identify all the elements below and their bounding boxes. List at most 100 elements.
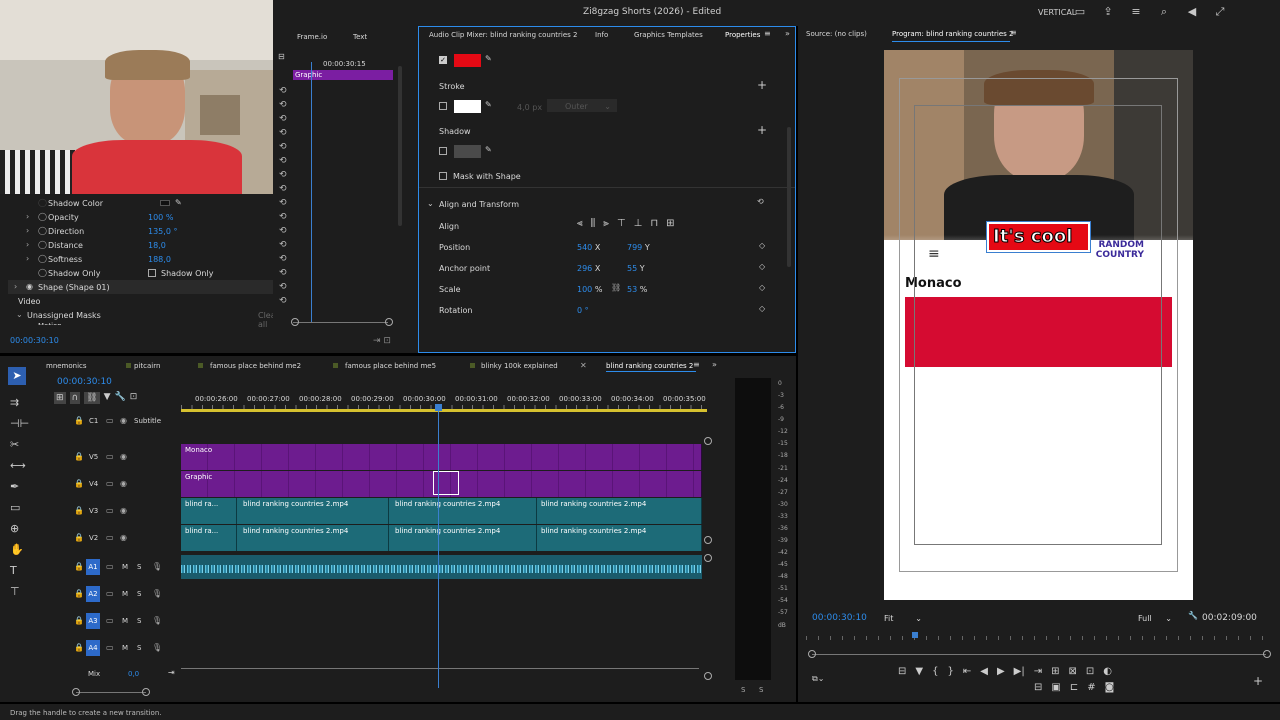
sync-lock-icon[interactable]: ▭	[106, 643, 114, 652]
tab-text[interactable]: Text	[353, 33, 367, 41]
a-scroll-top[interactable]	[704, 554, 712, 562]
align-right-icon[interactable]: ⫸	[603, 218, 609, 229]
effect-controls-timecode[interactable]: 00:00:30:10	[10, 336, 59, 345]
track-select-tool-icon[interactable]: ⇉	[10, 392, 29, 413]
mute-button[interactable]: M	[122, 617, 128, 625]
mask-checkbox[interactable]	[439, 172, 447, 180]
go-to-out-icon[interactable]: ⇥	[1034, 666, 1042, 677]
mix-value[interactable]: 0,0	[128, 670, 139, 678]
fill-checkbox[interactable]: ✓	[439, 56, 447, 64]
eye-icon[interactable]: ◉	[26, 282, 33, 291]
add-marker-icon[interactable]: ▼	[104, 392, 111, 404]
step-forward-icon[interactable]: ▶|	[1014, 666, 1025, 677]
toggle-output-icon[interactable]: ▭	[106, 416, 114, 425]
v-scroll-bottom[interactable]	[704, 536, 712, 544]
scale-x[interactable]: 100 %	[577, 285, 602, 294]
captions-icon[interactable]: ⊡	[130, 392, 138, 404]
align-top-icon[interactable]: ⊤	[617, 218, 626, 229]
lock-icon[interactable]: 🔒	[74, 643, 84, 652]
tab-pitcairn[interactable]: pitcairn	[134, 362, 160, 370]
clip-v2-3[interactable]: blind ranking countries 2.mp4	[389, 525, 537, 551]
timeline-playhead[interactable]	[438, 406, 439, 688]
tab-blinky[interactable]: blinky 100k explained	[481, 362, 558, 370]
type-tool-icon[interactable]: T	[10, 560, 29, 581]
clip-v3-1[interactable]: blind ra...	[181, 498, 237, 524]
lock-icon[interactable]: 🔒	[74, 479, 84, 488]
workspace-label[interactable]: VERTICAL	[1038, 8, 1076, 17]
lock-icon[interactable]: 🔒	[74, 533, 84, 542]
fx-row-shape[interactable]: › ◉ Shape (Shape 01) ▲	[8, 280, 289, 294]
stroke-checkbox[interactable]	[439, 102, 447, 110]
timeline-settings-icon[interactable]: 🔧	[115, 392, 126, 404]
button-editor-icon[interactable]: +	[1253, 674, 1263, 688]
more-tabs-icon[interactable]: »	[785, 29, 790, 38]
timeline-zoom-left[interactable]	[72, 688, 80, 696]
clip-v3-2[interactable]: blind ranking countries 2.mp4	[237, 498, 389, 524]
toggle-output-icon[interactable]: ▭	[106, 452, 114, 461]
pen-tool-icon[interactable]: ✒	[10, 476, 29, 497]
program-frame[interactable]: ≡ It's cool RANDOM COUNTRY Monaco	[884, 50, 1193, 600]
wrench-icon[interactable]: 🔧	[1188, 611, 1198, 620]
timeline-menu-icon[interactable]: ≡	[693, 360, 700, 369]
align-reset-icon[interactable]: ⟲	[757, 197, 764, 206]
track-target-a4[interactable]: A4	[86, 640, 100, 656]
tab-info[interactable]: Info	[595, 31, 608, 39]
share-icon[interactable]: ⇪	[1101, 5, 1115, 19]
track-target-a1[interactable]: A1	[86, 559, 100, 575]
marker-icon[interactable]: ▼	[915, 666, 923, 677]
zoom-handle-left[interactable]	[291, 318, 299, 326]
shadow-checkbox[interactable]	[439, 147, 447, 155]
lock-icon[interactable]: 🔒	[74, 589, 84, 598]
timeline-more-icon[interactable]: »	[712, 360, 717, 369]
clip-v2-2[interactable]: blind ranking countries 2.mp4	[237, 525, 389, 551]
fill-color-swatch[interactable]	[454, 54, 481, 67]
properties-scrollbar[interactable]	[787, 127, 791, 267]
fit-select[interactable]: Fit ⌄	[884, 614, 924, 626]
nest-icon[interactable]: ⊞	[54, 392, 66, 404]
mark-in-icon[interactable]: {	[932, 666, 938, 677]
workspace-icon[interactable]: ▭	[1073, 5, 1087, 19]
mute-button[interactable]: M	[122, 563, 128, 571]
razor-tool-icon[interactable]: ✂	[10, 434, 29, 455]
scale-keyframe-icon[interactable]: ◇	[759, 283, 765, 292]
shadow-color-swatch[interactable]	[160, 200, 170, 206]
solo-button[interactable]: S	[137, 590, 141, 598]
position-keyframe-icon[interactable]: ◇	[759, 241, 765, 250]
eye-icon[interactable]: ◉	[120, 506, 127, 515]
linked-select-icon[interactable]: ⛓	[84, 392, 100, 404]
zoom-handle-right[interactable]	[385, 318, 393, 326]
eye-icon[interactable]: ◉	[120, 479, 127, 488]
anchor-x[interactable]: 296 X	[577, 264, 600, 273]
mini-scrollbar[interactable]	[398, 66, 402, 226]
vr-icon[interactable]: ◐	[1103, 666, 1112, 677]
close-tab-icon[interactable]: ✕	[580, 361, 587, 370]
overwrite-icon[interactable]: ⊠	[1068, 666, 1076, 677]
play-icon[interactable]: ▶	[997, 666, 1005, 677]
mix-end-icon[interactable]: ⇥	[168, 668, 175, 677]
clip-v2-4[interactable]: blind ranking countries 2.mp4	[537, 525, 702, 551]
timeline-zoom-right[interactable]	[142, 688, 150, 696]
solo-left-button[interactable]: S	[741, 686, 745, 694]
mini-playhead[interactable]	[311, 62, 312, 322]
tab-graphics-templates[interactable]: Graphics Templates	[634, 31, 703, 39]
caption-tool-icon[interactable]: ⊤	[10, 581, 29, 602]
tab-mnemonics[interactable]: mnemonics	[46, 362, 87, 370]
graphic-bar[interactable]: Graphic	[293, 70, 393, 80]
toggle-output-icon[interactable]: ▭	[106, 479, 114, 488]
tab-famous-place-2[interactable]: famous place behind me2	[210, 362, 301, 370]
solo-right-button[interactable]: S	[759, 686, 763, 694]
tab-blind-ranking[interactable]: blind ranking countries 2	[606, 362, 693, 370]
time-ruler[interactable]: 00:00:26:00 00:00:27:00 00:00:28:00 00:0…	[181, 390, 707, 412]
unlink-scale-icon[interactable]: ⛓	[611, 283, 621, 292]
mark-out-icon[interactable]: }	[947, 666, 953, 677]
rotation-keyframe-icon[interactable]: ◇	[759, 304, 765, 313]
lock-icon[interactable]: 🔒	[74, 616, 84, 625]
sync-lock-icon[interactable]: ▭	[106, 562, 114, 571]
solo-button[interactable]: S	[137, 617, 141, 625]
insert-icon[interactable]: ⊞	[1051, 666, 1059, 677]
proxy-icon[interactable]: ⊏	[1070, 682, 1078, 693]
lock-icon[interactable]: 🔒	[74, 452, 84, 461]
lock-icon[interactable]: 🔒	[74, 562, 84, 571]
track-target-a2[interactable]: A2	[86, 586, 100, 602]
menu-icon[interactable]: ≡	[1129, 5, 1143, 19]
